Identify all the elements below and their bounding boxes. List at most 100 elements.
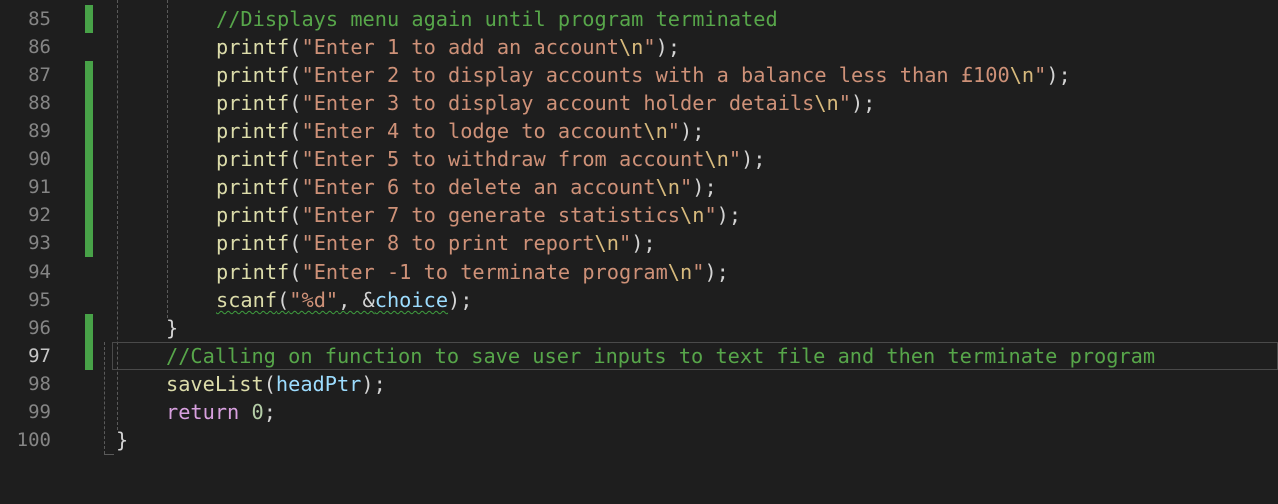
punctuation: ( [289,91,302,115]
line-number: 86 [28,36,51,58]
punctuation: ); [631,231,656,255]
string-literal: "Enter 2 to display accounts with a bala… [301,63,1010,87]
code-editor[interactable]: 85 //Displays menu again until program t… [0,0,1278,504]
code-text[interactable]: saveList(headPtr); [166,370,386,398]
line-number: 99 [28,401,51,423]
line-number: 91 [28,176,51,198]
code-text[interactable]: printf("Enter -1 to terminate program\n"… [216,258,729,286]
change-indicator [85,314,93,342]
change-indicator [85,117,93,145]
code-line[interactable]: 100 } [0,426,1278,454]
line-number: 95 [28,289,51,311]
code-text[interactable]: //Calling on function to save user input… [166,342,1155,370]
change-indicator [85,61,93,89]
change-indicator [85,145,93,173]
punctuation: ); [741,147,766,171]
string-literal: "Enter 8 to print report [301,231,595,255]
code-text[interactable]: } [166,314,178,342]
punctuation: ); [692,175,717,199]
escape-sequence: \n [667,260,693,284]
punctuation: ); [680,119,705,143]
code-line[interactable]: 96 } [0,314,1278,342]
code-text[interactable]: printf("Enter 6 to delete an account\n")… [216,173,717,201]
line-number: 93 [28,232,51,254]
change-indicator [85,201,93,229]
punctuation: ( [277,288,290,312]
change-indicator [85,229,93,257]
string-end: " [728,147,742,171]
string-end: " [643,35,656,59]
code-line[interactable]: 88 printf("Enter 3 to display account ho… [0,89,1278,117]
punctuation: ); [655,35,681,59]
punctuation: ); [850,91,876,115]
line-number: 89 [28,120,51,142]
code-line[interactable]: 89 printf("Enter 4 to lodge to account\n… [0,117,1278,145]
code-line[interactable]: 86 printf("Enter 1 to add an account\n")… [0,33,1278,61]
string-end: " [667,119,681,143]
code-text[interactable]: printf("Enter 4 to lodge to account\n"); [216,117,704,145]
function-name: printf [216,63,290,87]
line-number: 88 [28,92,51,114]
code-line[interactable]: 85 //Displays menu again until program t… [0,5,1278,33]
string-end: " [618,231,632,255]
code-text[interactable]: printf("Enter 3 to display account holde… [216,89,875,117]
code-line[interactable]: 98 saveList(headPtr); [0,370,1278,398]
escape-sequence: \n [680,203,705,227]
escape-sequence: \n [618,35,644,59]
code-line[interactable]: 90 printf("Enter 5 to withdraw from acco… [0,145,1278,173]
keyword: return [166,400,240,424]
function-name: printf [216,260,290,284]
variable: headPtr [275,372,362,396]
code-line[interactable]: 92 printf("Enter 7 to generate statistic… [0,201,1278,229]
string-literal: "Enter -1 to terminate program [301,260,668,284]
code-line[interactable]: 93 printf("Enter 8 to print report\n"); [0,229,1278,257]
comment: //Displays menu again until program term… [216,7,778,31]
code-line-active[interactable]: 97 //Calling on function to save user in… [0,342,1278,370]
code-text[interactable]: //Displays menu again until program term… [216,5,778,33]
code-line[interactable]: 99 return 0; [0,398,1278,426]
code-text[interactable]: return 0; [166,398,276,426]
variable: choice [374,288,449,312]
string-literal: "Enter 1 to add an account [301,35,619,59]
line-number: 85 [28,8,51,30]
punctuation: ); [1046,63,1071,87]
punctuation: ; [263,400,276,424]
code-text[interactable]: printf("Enter 5 to withdraw from account… [216,145,766,173]
code-text[interactable]: } [116,426,128,454]
function-name: printf [216,203,290,227]
line-number: 100 [16,429,51,451]
code-line[interactable]: 91 printf("Enter 6 to delete an account\… [0,173,1278,201]
code-line[interactable]: 95 scanf("%d", &choice); [0,286,1278,314]
escape-sequence: \n [594,231,619,255]
line-number: 98 [28,373,51,395]
brace-guide-end [104,454,114,455]
string-literal: "Enter 3 to display account holder detai… [301,91,815,115]
string-end: " [838,91,851,115]
code-line[interactable]: 87 printf("Enter 2 to display accounts w… [0,61,1278,89]
function-name: saveList [166,372,264,396]
punctuation: ( [289,119,302,143]
escape-sequence: \n [643,119,668,143]
escape-sequence: \n [655,175,681,199]
code-text[interactable]: scanf("%d", &choice); [216,286,472,314]
code-text[interactable]: printf("Enter 2 to display accounts with… [216,61,1071,89]
punctuation: ( [289,203,302,227]
code-text[interactable]: printf("Enter 1 to add an account\n"); [216,33,680,61]
warning-squiggle[interactable]: scanf("%d", &choice [216,288,448,312]
punctuation: ( [289,231,302,255]
code-line[interactable]: 94 printf("Enter -1 to terminate program… [0,258,1278,286]
string-literal: "%d" [289,288,339,312]
change-indicator [85,89,93,117]
change-indicator [85,173,93,201]
code-text[interactable]: printf("Enter 7 to generate statistics\n… [216,201,741,229]
function-name: printf [216,175,290,199]
punctuation: ( [263,372,276,396]
escape-sequence: \n [704,147,729,171]
punctuation: ( [289,147,302,171]
line-number: 90 [28,148,51,170]
function-name: printf [216,91,290,115]
string-end: " [1034,63,1047,87]
punctuation: ( [289,63,302,87]
string-literal: "Enter 5 to withdraw from account [301,147,705,171]
code-text[interactable]: printf("Enter 8 to print report\n"); [216,229,656,257]
